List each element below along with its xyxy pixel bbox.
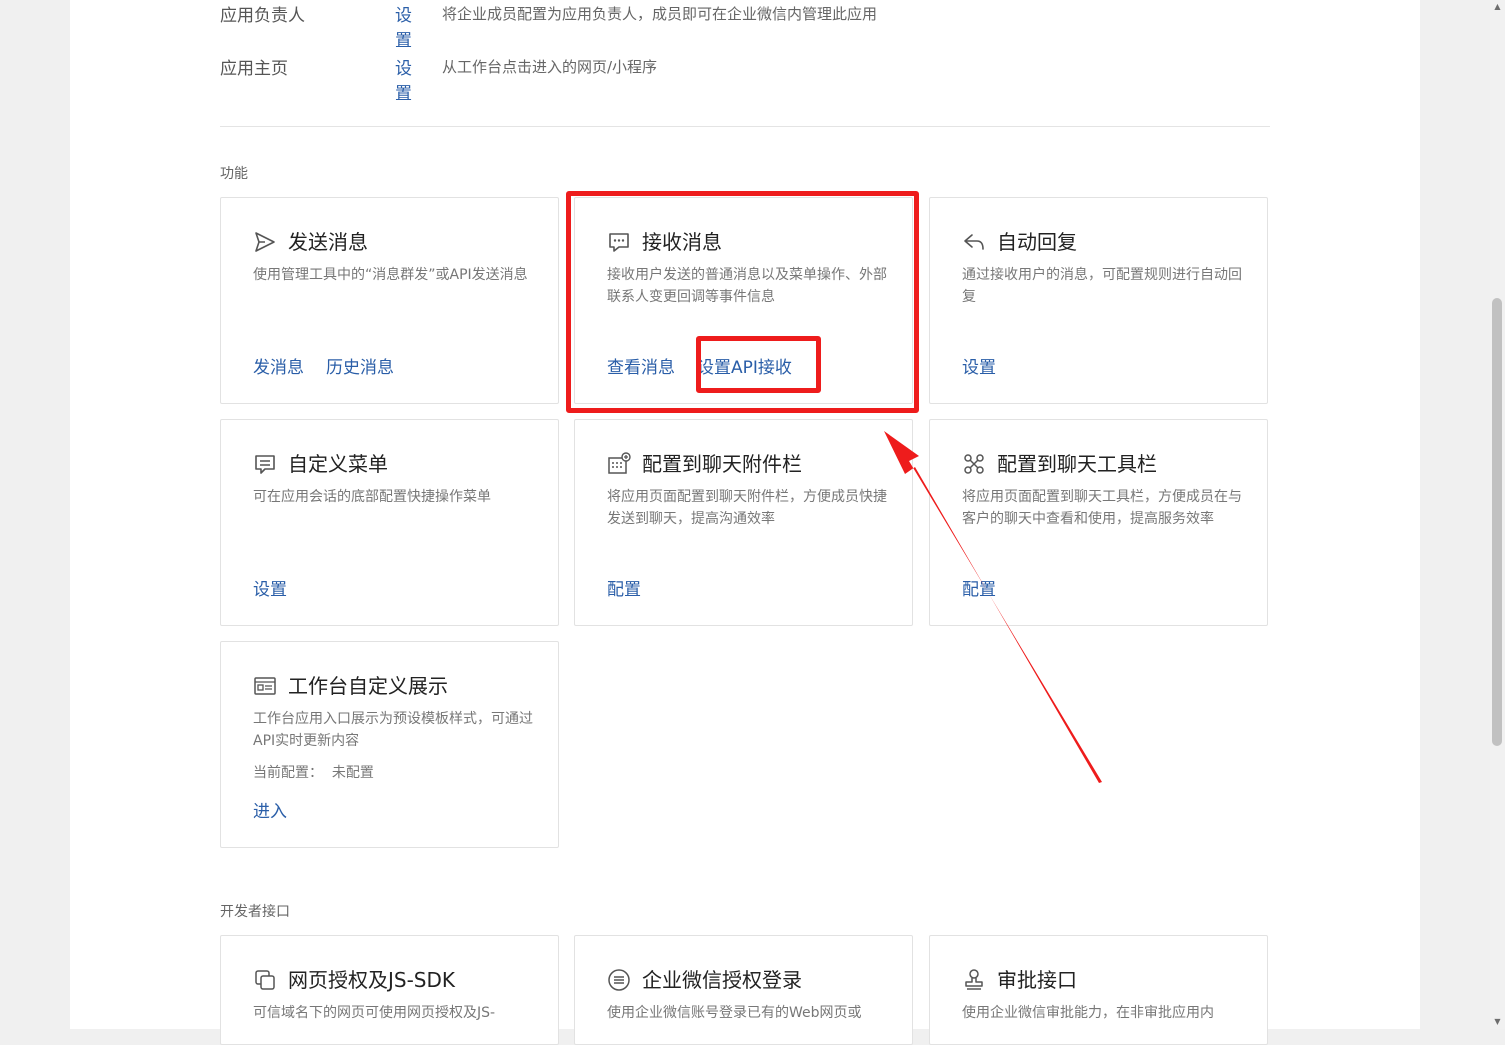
card-send-message: 发送消息 使用管理工具中的“消息群发”或API发送消息 发消息 历史消息 bbox=[220, 197, 559, 404]
current-config-status: 当前配置： 未配置 bbox=[253, 762, 374, 782]
custom-menu-settings-link[interactable]: 设置 bbox=[253, 580, 287, 600]
card-description: 通过接收用户的消息，可配置规则进行自动回复 bbox=[962, 267, 1242, 305]
card-title: 工作台自定义展示 bbox=[288, 674, 448, 698]
card-description: 使用企业微信账号登录已有的Web网页或 bbox=[607, 1005, 862, 1021]
card-title: 网页授权及JS-SDK bbox=[288, 968, 456, 992]
reply-icon bbox=[964, 234, 984, 250]
row-description: 从工作台点击进入的网页/小程序 bbox=[442, 58, 658, 76]
workbench-icon bbox=[254, 677, 276, 695]
highlight-set-api-receive bbox=[696, 336, 821, 393]
app-detail-page: 应用负责人 设置 将企业成员配置为应用负责人，成员即可在企业微信内管理此应用 应… bbox=[70, 0, 1420, 1045]
card-description: 使用企业微信审批能力，在非审批应用内 bbox=[962, 1005, 1214, 1021]
row-description: 将企业成员配置为应用负责人，成员即可在企业微信内管理此应用 bbox=[442, 5, 878, 23]
auto-reply-settings-link[interactable]: 设置 bbox=[962, 358, 996, 378]
row-label: 应用主页 bbox=[220, 59, 288, 79]
toolbar-icon bbox=[964, 454, 984, 474]
card-title: 审批接口 bbox=[997, 968, 1077, 992]
attachment-bar-config-link[interactable]: 配置 bbox=[607, 580, 641, 600]
section-divider bbox=[220, 126, 1270, 127]
scrollbar-thumb[interactable] bbox=[1492, 298, 1502, 746]
card-description: 可信域名下的网页可使用网页授权及JS- bbox=[253, 1005, 496, 1021]
send-icon bbox=[255, 232, 275, 252]
current-config-value: 未配置 bbox=[331, 765, 374, 781]
login-icon bbox=[608, 969, 630, 991]
card-description: 可在应用会话的底部配置快捷操作菜单 bbox=[253, 489, 491, 505]
card-title: 配置到聊天附件栏 bbox=[642, 452, 802, 476]
section-title-features: 功能 bbox=[220, 166, 248, 182]
card-description: 将应用页面配置到聊天工具栏，方便成员在与客户的聊天中查看和使用，提高服务效率 bbox=[962, 489, 1242, 527]
section-title-developer: 开发者接口 bbox=[220, 904, 290, 920]
scroll-up-icon[interactable]: ▲ bbox=[1490, 0, 1505, 14]
workbench-enter-link[interactable]: 进入 bbox=[253, 802, 287, 822]
card-chat-attachment-bar: 配置到聊天附件栏 将应用页面配置到聊天附件栏，方便成员快捷发送到聊天，提高沟通效… bbox=[574, 419, 913, 626]
toolbar-config-link[interactable]: 配置 bbox=[962, 580, 996, 600]
card-description: 使用管理工具中的“消息群发”或API发送消息 bbox=[253, 267, 528, 283]
card-description: 工作台应用入口展示为预设模板样式，可通过API实时更新内容 bbox=[253, 711, 533, 749]
menu-icon bbox=[255, 455, 275, 474]
card-description: 将应用页面配置到聊天附件栏，方便成员快捷发送到聊天，提高沟通效率 bbox=[607, 489, 887, 527]
card-auto-reply: 自动回复 通过接收用户的消息，可配置规则进行自动回复 设置 bbox=[929, 197, 1268, 404]
card-title: 自动回复 bbox=[997, 230, 1077, 254]
card-custom-menu: 自定义菜单 可在应用会话的底部配置快捷操作菜单 设置 bbox=[220, 419, 559, 626]
owner-settings-link[interactable]: 设置 bbox=[395, 1, 412, 51]
card-title: 配置到聊天工具栏 bbox=[997, 452, 1157, 476]
attachment-bar-icon bbox=[608, 452, 631, 474]
scroll-down-icon[interactable]: ▼ bbox=[1490, 1015, 1505, 1029]
message-history-link[interactable]: 历史消息 bbox=[326, 358, 394, 378]
current-config-label: 当前配置： bbox=[253, 765, 323, 781]
card-title: 发送消息 bbox=[288, 230, 368, 254]
homepage-settings-link[interactable]: 设置 bbox=[395, 54, 412, 104]
card-title: 自定义菜单 bbox=[288, 452, 388, 476]
send-message-link[interactable]: 发消息 bbox=[253, 358, 304, 378]
row-label: 应用负责人 bbox=[220, 6, 305, 26]
web-auth-icon bbox=[255, 970, 275, 990]
card-chat-toolbar: 配置到聊天工具栏 将应用页面配置到聊天工具栏，方便成员在与客户的聊天中查看和使用… bbox=[929, 419, 1268, 626]
card-title: 企业微信授权登录 bbox=[642, 968, 802, 992]
card-workbench-display: 工作台自定义展示 工作台应用入口展示为预设模板样式，可通过API实时更新内容 当… bbox=[220, 641, 559, 848]
approval-stamp-icon bbox=[965, 969, 983, 990]
